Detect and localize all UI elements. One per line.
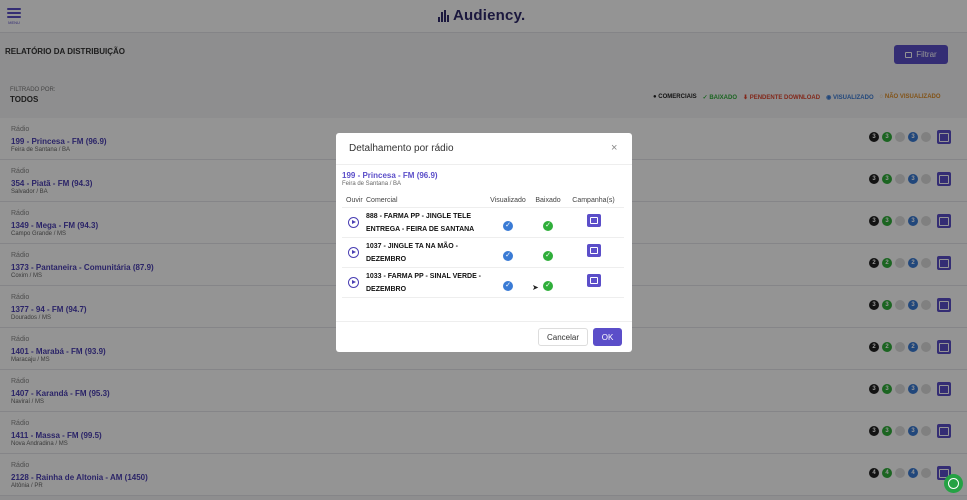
downloaded-check-icon: ✓: [543, 250, 553, 261]
modal-footer-divider: [336, 321, 632, 322]
visualized-check-icon: ✓: [503, 220, 513, 231]
campaign-icon[interactable]: [586, 273, 601, 287]
close-icon[interactable]: ×: [611, 142, 617, 154]
visualized-check-icon: ✓: [503, 280, 513, 291]
table-row: 1037 - JINGLE TA NA MÃO - DEZEMBRO ✓ ✓: [342, 238, 624, 268]
modal-radio-city: Feira de Santana / BA: [342, 181, 402, 187]
play-icon[interactable]: [348, 277, 359, 288]
table-row: 1033 - FARMA PP - SINAL VERDE - DEZEMBRO…: [342, 268, 624, 298]
col-baixado: Baixado: [535, 196, 561, 204]
col-visualizado: Visualizado: [490, 196, 526, 204]
campaign-icon[interactable]: [586, 243, 601, 257]
downloaded-check-icon: ✓: [543, 280, 553, 291]
modal-radio-name: 199 - Princesa - FM (96.9): [342, 171, 438, 180]
visualized-check-icon: ✓: [503, 250, 513, 261]
commercial-name: 1033 - FARMA PP - SINAL VERDE - DEZEMBRO: [366, 272, 482, 293]
downloaded-check-icon: ✓: [543, 220, 553, 231]
ok-button[interactable]: OK: [593, 328, 622, 346]
table-row: 888 - FARMA PP - JINGLE TELE ENTREGA - F…: [342, 208, 624, 238]
modal-divider: [336, 164, 632, 165]
col-campanhas: Campanha(s): [572, 196, 615, 204]
commercial-name: 1037 - JINGLE TA NA MÃO - DEZEMBRO: [366, 242, 458, 263]
commercial-name: 888 - FARMA PP - JINGLE TELE ENTREGA - F…: [366, 212, 475, 233]
play-icon[interactable]: [348, 217, 359, 228]
radio-detail-modal: Detalhamento por rádio × 199 - Princesa …: [336, 133, 632, 352]
commercials-table: Ouvir Comercial Visualizado Baixado Camp…: [342, 193, 624, 298]
modal-title: Detalhamento por rádio: [349, 143, 454, 154]
play-icon[interactable]: [348, 247, 359, 258]
table-header: Ouvir Comercial Visualizado Baixado Camp…: [342, 193, 624, 208]
col-ouvir: Ouvir: [346, 196, 363, 204]
cancel-button[interactable]: Cancelar: [538, 328, 588, 346]
mouse-cursor-icon: ➤: [532, 283, 539, 292]
whatsapp-icon[interactable]: [944, 474, 963, 493]
campaign-icon[interactable]: [586, 213, 601, 227]
col-comercial: Comercial: [366, 196, 398, 204]
